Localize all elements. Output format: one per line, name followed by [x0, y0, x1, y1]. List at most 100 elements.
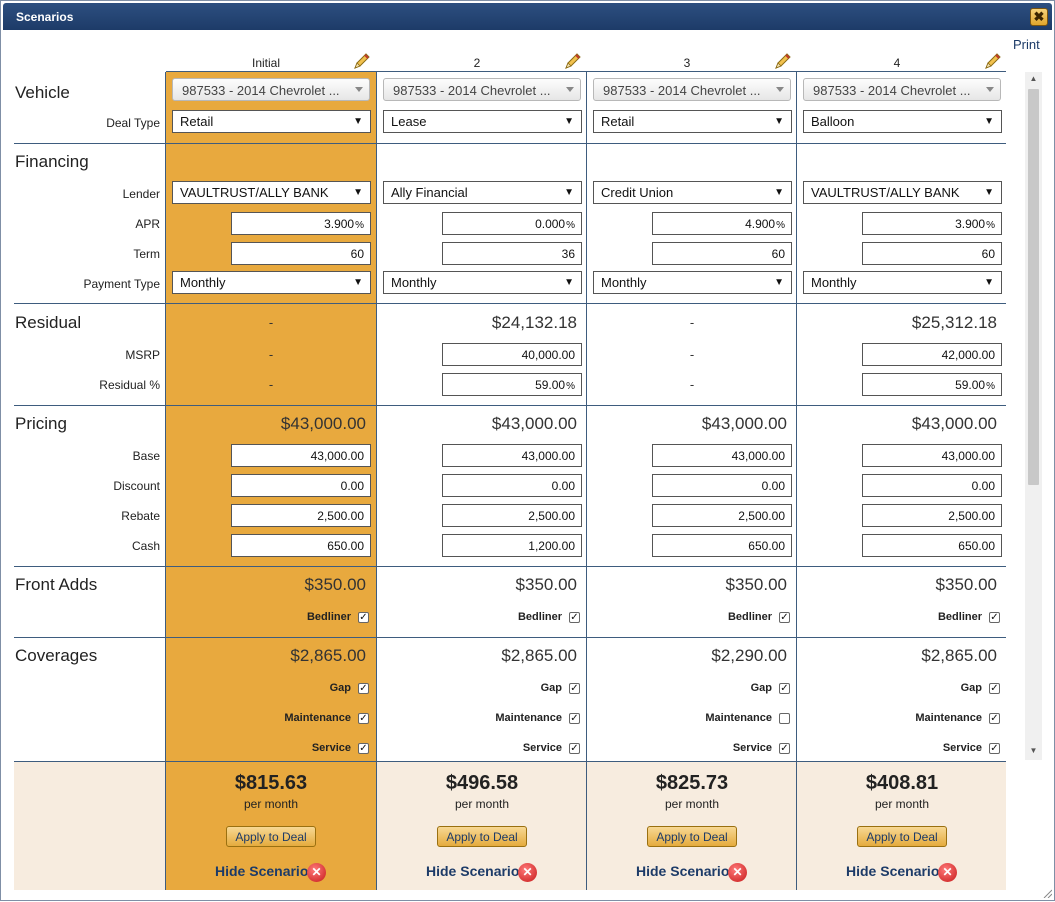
apr-input[interactable]: 3.900%: [862, 212, 1002, 235]
cash-input-value: 650.00: [958, 539, 995, 553]
scroll-up-arrow[interactable]: ▲: [1027, 74, 1040, 86]
apr-input[interactable]: 4.900%: [652, 212, 792, 235]
service-checkbox[interactable]: ✓: [779, 743, 790, 754]
residual-total: $24,132.18: [491, 313, 577, 332]
maintenance-checkbox[interactable]: ✓: [569, 713, 580, 724]
row-label-msrp: MSRP: [125, 348, 160, 362]
apr-input[interactable]: 3.900%: [231, 212, 371, 235]
bedliner-checkbox[interactable]: ✓: [358, 612, 369, 623]
base-input[interactable]: 43,000.00: [231, 444, 371, 467]
maintenance-checkbox[interactable]: [779, 713, 790, 724]
payment-type-select[interactable]: Monthly ▼: [172, 271, 371, 294]
deal-type-select[interactable]: Lease ▼: [383, 110, 582, 133]
pricing-total: $43,000.00: [280, 414, 366, 433]
maintenance-label: Maintenance: [915, 712, 982, 724]
section-divider: [14, 566, 1006, 567]
gap-checkbox[interactable]: ✓: [358, 683, 369, 694]
front-adds-total: $350.00: [725, 575, 787, 594]
maintenance-checkbox[interactable]: ✓: [989, 713, 1000, 724]
red-x-icon[interactable]: ✕: [307, 863, 326, 882]
apr-input[interactable]: 0.000%: [442, 212, 582, 235]
cash-input[interactable]: 650.00: [652, 534, 792, 557]
maintenance-checkbox[interactable]: ✓: [358, 713, 369, 724]
pencil-icon[interactable]: [774, 52, 792, 70]
hide-scenario-link[interactable]: Hide Scenario: [846, 863, 939, 879]
apply-to-deal-button[interactable]: Apply to Deal: [226, 826, 316, 847]
hide-scenario-link[interactable]: Hide Scenario: [636, 863, 729, 879]
vehicle-select-value: 987533 - 2014 Chevrolet ...: [813, 83, 971, 98]
lender-select[interactable]: Ally Financial ▼: [383, 181, 582, 204]
section-divider: [14, 637, 1006, 638]
hide-scenario-link[interactable]: Hide Scenario: [426, 863, 519, 879]
bedliner-checkbox[interactable]: ✓: [989, 612, 1000, 623]
cash-input[interactable]: 1,200.00: [442, 534, 582, 557]
base-input[interactable]: 43,000.00: [442, 444, 582, 467]
cash-input[interactable]: 650.00: [862, 534, 1002, 557]
lender-select[interactable]: VAULTRUST/ALLY BANK ▼: [803, 181, 1002, 204]
scrollbar-thumb[interactable]: [1028, 89, 1039, 485]
msrp-value: -: [268, 347, 274, 362]
dropdown-arrow-icon: ▼: [984, 277, 994, 288]
bedliner-checkbox[interactable]: ✓: [779, 612, 790, 623]
vehicle-select[interactable]: 987533 - 2014 Chevrolet ...: [593, 78, 791, 101]
pencil-icon[interactable]: [353, 52, 371, 70]
hide-scenario-link[interactable]: Hide Scenario: [215, 863, 308, 879]
term-input-value: 60: [981, 247, 995, 261]
msrp-input[interactable]: 42,000.00: [862, 343, 1002, 366]
bedliner-label: Bedliner: [937, 611, 982, 623]
red-x-icon[interactable]: ✕: [728, 863, 747, 882]
discount-input[interactable]: 0.00: [652, 474, 792, 497]
rebate-input[interactable]: 2,500.00: [231, 504, 371, 527]
term-input[interactable]: 60: [862, 242, 1002, 265]
residual-pct-input[interactable]: 59.00%: [442, 373, 582, 396]
apply-to-deal-button[interactable]: Apply to Deal: [647, 826, 737, 847]
discount-input[interactable]: 0.00: [862, 474, 1002, 497]
vehicle-select[interactable]: 987533 - 2014 Chevrolet ...: [383, 78, 581, 101]
deal-type-select-value: Lease: [391, 114, 427, 129]
service-checkbox[interactable]: ✓: [358, 743, 369, 754]
discount-input[interactable]: 0.00: [231, 474, 371, 497]
term-input[interactable]: 60: [652, 242, 792, 265]
bedliner-checkbox[interactable]: ✓: [569, 612, 580, 623]
rebate-input[interactable]: 2,500.00: [862, 504, 1002, 527]
payment-type-select[interactable]: Monthly ▼: [803, 271, 1002, 294]
row-label-base: Base: [132, 449, 160, 463]
payment-type-select[interactable]: Monthly ▼: [593, 271, 792, 294]
payment-type-select[interactable]: Monthly ▼: [383, 271, 582, 294]
msrp-input[interactable]: 40,000.00: [442, 343, 582, 366]
base-input[interactable]: 43,000.00: [862, 444, 1002, 467]
gap-checkbox[interactable]: ✓: [989, 683, 1000, 694]
base-input[interactable]: 43,000.00: [652, 444, 792, 467]
residual-pct-input[interactable]: 59.00%: [862, 373, 1002, 396]
cash-input[interactable]: 650.00: [231, 534, 371, 557]
apply-to-deal-button[interactable]: Apply to Deal: [857, 826, 947, 847]
term-input[interactable]: 60: [231, 242, 371, 265]
vehicle-select[interactable]: 987533 - 2014 Chevrolet ...: [803, 78, 1001, 101]
payment-type-select-value: Monthly: [811, 275, 857, 290]
deal-type-select[interactable]: Balloon ▼: [803, 110, 1002, 133]
scroll-down-arrow[interactable]: ▼: [1027, 746, 1040, 758]
resize-grip-icon[interactable]: [1042, 888, 1052, 898]
pencil-icon[interactable]: [984, 52, 1002, 70]
pencil-icon[interactable]: [564, 52, 582, 70]
red-x-icon[interactable]: ✕: [938, 863, 957, 882]
rebate-input[interactable]: 2,500.00: [442, 504, 582, 527]
rebate-input[interactable]: 2,500.00: [652, 504, 792, 527]
gap-checkbox[interactable]: ✓: [779, 683, 790, 694]
gap-checkbox[interactable]: ✓: [569, 683, 580, 694]
base-input-value: 43,000.00: [310, 449, 364, 463]
apply-to-deal-button[interactable]: Apply to Deal: [437, 826, 527, 847]
red-x-icon[interactable]: ✕: [518, 863, 537, 882]
discount-input[interactable]: 0.00: [442, 474, 582, 497]
dropdown-arrow-icon: ▼: [984, 187, 994, 198]
deal-type-select[interactable]: Retail ▼: [172, 110, 371, 133]
service-checkbox[interactable]: ✓: [989, 743, 1000, 754]
cash-input-value: 650.00: [748, 539, 785, 553]
row-label-cash: Cash: [131, 539, 160, 553]
service-checkbox[interactable]: ✓: [569, 743, 580, 754]
vehicle-select[interactable]: 987533 - 2014 Chevrolet ...: [172, 78, 370, 101]
lender-select[interactable]: Credit Union ▼: [593, 181, 792, 204]
lender-select[interactable]: VAULTRUST/ALLY BANK ▼: [172, 181, 371, 204]
deal-type-select[interactable]: Retail ▼: [593, 110, 792, 133]
term-input[interactable]: 36: [442, 242, 582, 265]
